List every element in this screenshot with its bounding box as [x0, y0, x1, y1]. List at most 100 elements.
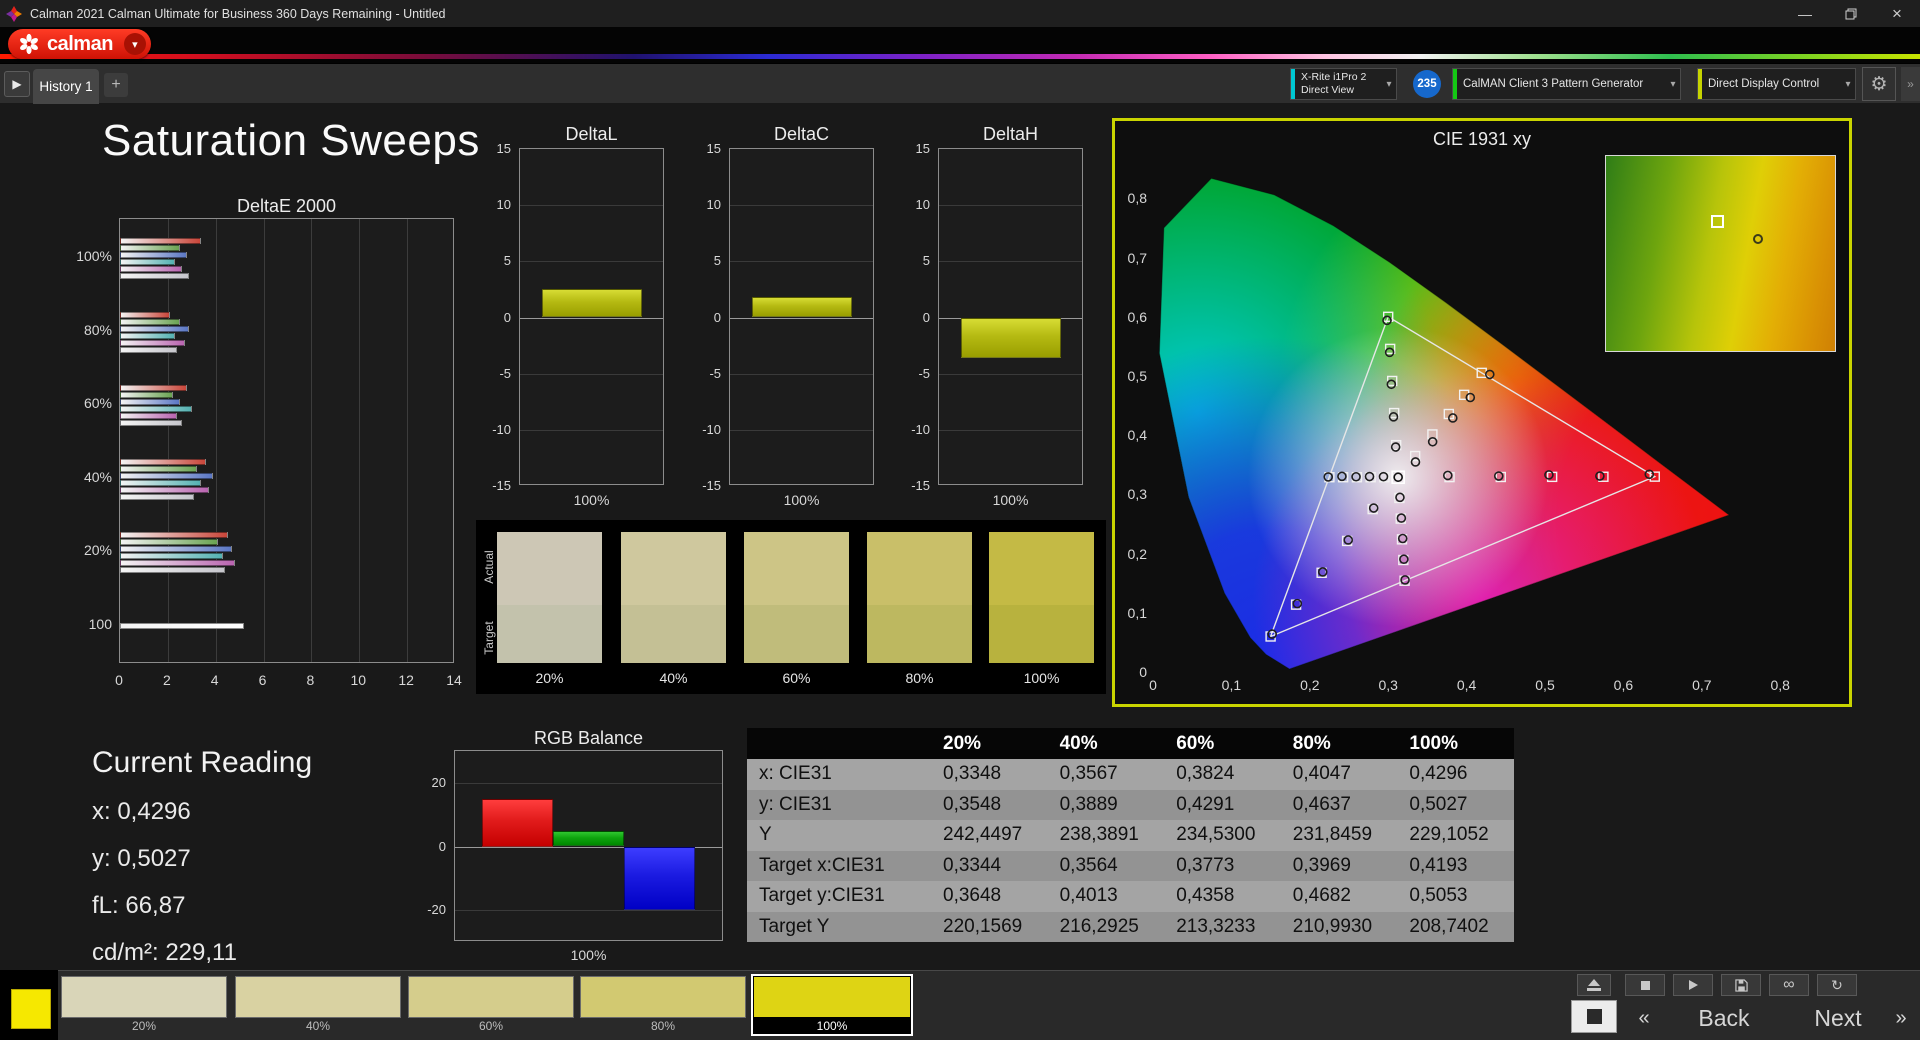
gridline	[730, 261, 873, 263]
x-tick-label: 0,2	[1300, 677, 1320, 693]
y-tick-label: -5	[918, 365, 930, 381]
y-tick-label: 10	[496, 197, 511, 213]
target-swatch	[744, 605, 849, 663]
gridline	[939, 261, 1082, 263]
table-value: 231,8459	[1280, 820, 1398, 851]
y-tick-label: 100	[88, 616, 112, 632]
continuous-measure-button[interactable]: ∞	[1769, 974, 1809, 996]
table-value: 238,3891	[1047, 820, 1165, 851]
actual-swatch	[497, 532, 602, 605]
current-reading-block: Current Reading x: 0,4296 y: 0,5027 fL: …	[92, 746, 312, 986]
calman-logo-menu[interactable]: calman ▾	[8, 29, 151, 59]
deltae-bar	[120, 258, 176, 265]
rgb-balance-chart[interactable]: RGB Balance 100% 20 0 -20	[395, 728, 725, 968]
settings-button[interactable]: ⚙	[1862, 67, 1896, 101]
y-tick-label: 100%	[76, 248, 112, 264]
meter-count-badge[interactable]: 235	[1413, 70, 1441, 98]
table-value: 216,2925	[1047, 911, 1165, 942]
bottom-swatch-60[interactable]: 60%	[408, 976, 574, 1034]
brand-bar: calman ▾	[0, 27, 1920, 63]
meter-dropdown-label: X-Rite i1Pro 2 Direct View	[1301, 70, 1367, 96]
y-tick-label: 0,1	[1127, 604, 1147, 621]
target-marker	[1711, 214, 1725, 228]
bar	[752, 297, 852, 318]
gridline	[455, 782, 722, 784]
table-corner	[747, 728, 931, 759]
deltae-bar	[120, 346, 178, 353]
display-control-dropdown[interactable]: Direct Display Control ▾	[1697, 68, 1856, 100]
pattern-swatch-label: 100%	[816, 1019, 848, 1033]
x-tick-label: 2	[162, 672, 171, 688]
y-tick-label: 0	[438, 838, 446, 854]
history-panel-toggle-button[interactable]: ▶	[4, 71, 30, 97]
deltae-bar	[120, 545, 233, 552]
table-value: 229,1052	[1397, 820, 1514, 851]
bottom-swatch-20[interactable]: 20%	[61, 976, 227, 1034]
minimize-button[interactable]: —	[1782, 0, 1828, 27]
panel-expand-button[interactable]: »	[1901, 67, 1920, 101]
deltaC-chart[interactable]: DeltaC 100% 15 10 5 0 -5 -10 -15	[670, 124, 885, 514]
plot-area	[729, 148, 874, 485]
page-back-chevron-button[interactable]: «	[1625, 1002, 1663, 1035]
deltae-bar	[120, 272, 190, 279]
deltaL-chart[interactable]: DeltaL 100% 15 10 5 0 -5 -10 -15	[460, 124, 675, 514]
tab-history-1[interactable]: History 1	[33, 69, 99, 104]
actual-row-label: Actual	[482, 550, 496, 584]
row-label: Target y:CIE31	[747, 881, 931, 912]
flower-icon	[20, 33, 38, 55]
minimize-icon: —	[1798, 5, 1812, 22]
back-button[interactable]: Back	[1668, 1002, 1780, 1035]
chevron-down-icon: ▾	[1386, 78, 1392, 90]
pattern-window-button[interactable]	[1571, 1000, 1617, 1033]
title-bar: Calman 2021 Calman Ultimate for Business…	[0, 0, 1920, 27]
chart-title: DeltaH	[982, 124, 1039, 144]
bar	[961, 317, 1061, 358]
deltae-bar	[120, 251, 187, 258]
save-button[interactable]	[1721, 974, 1761, 996]
swatch-column: 60%	[744, 532, 849, 686]
table-value: 0,4193	[1397, 850, 1514, 881]
deltae2000-chart[interactable]: DeltaE 2000 0 2 4 6 8 10 12 14 100% 80% 60% 40% 20% 1…	[60, 196, 480, 696]
swatch-label: 80%	[905, 670, 934, 686]
table-value: 0,3773	[1164, 850, 1281, 881]
next-button[interactable]: Next	[1790, 1002, 1886, 1035]
chart-title: DeltaL	[565, 124, 618, 144]
current-pattern-well	[0, 970, 58, 1040]
gridline	[215, 219, 217, 662]
bottom-swatch-80[interactable]: 80%	[580, 976, 746, 1034]
stop-button[interactable]	[1625, 974, 1665, 996]
y-tick-label: -10	[702, 421, 721, 437]
x-tick-label: 0,3	[1378, 677, 1398, 693]
window-title: Calman 2021 Calman Ultimate for Business…	[30, 6, 446, 21]
add-tab-button[interactable]: +	[104, 73, 128, 97]
page-next-chevron-button[interactable]: »	[1888, 1002, 1914, 1035]
pattern-source-dropdown[interactable]: CalMAN Client 3 Pattern Generator ▾	[1452, 68, 1681, 100]
table-value: 220,1569	[931, 911, 1048, 942]
table-value: 234,5300	[1164, 820, 1281, 851]
deltae-bar	[120, 486, 209, 493]
bottom-swatch-40[interactable]: 40%	[235, 976, 401, 1034]
x-tick-label: 12	[398, 672, 414, 688]
repeat-button[interactable]: ↻	[1817, 974, 1857, 996]
deltaH-chart[interactable]: DeltaH 100% 15 10 5 0 -5 -10 -15	[879, 124, 1094, 514]
play-icon	[1688, 980, 1698, 990]
deltae-bar	[120, 398, 180, 405]
cie-1931-chart[interactable]: CIE 1931 xy 0 0,1 0,2 0,3 0,4 0,5 0,6 0,…	[1112, 118, 1852, 707]
gridline	[939, 373, 1082, 375]
close-button[interactable]: ×	[1874, 0, 1920, 27]
restore-icon	[1845, 8, 1857, 19]
y-tick-label: 20	[431, 774, 446, 790]
eject-button[interactable]	[1577, 974, 1611, 996]
y-tick-label: 20%	[83, 542, 112, 558]
maximize-button[interactable]	[1828, 0, 1874, 27]
bottom-swatch-100[interactable]: 100%	[751, 974, 913, 1036]
gridline	[520, 317, 663, 319]
row-label: Target x:CIE31	[747, 850, 931, 881]
deltae-bar	[120, 493, 195, 500]
x-tick-label: 0,5	[1535, 677, 1555, 693]
page-title: Saturation Sweeps	[102, 116, 480, 165]
pattern-window-icon	[1586, 1009, 1602, 1024]
logo-text: calman	[47, 32, 113, 55]
meter-dropdown[interactable]: X-Rite i1Pro 2 Direct View ▾	[1290, 68, 1397, 100]
play-button[interactable]	[1673, 974, 1713, 996]
